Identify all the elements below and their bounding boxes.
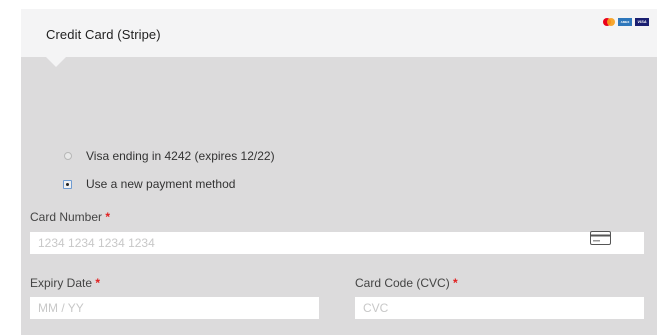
saved-card-option[interactable]: Visa ending in 4242 (expires 12/22): [64, 149, 275, 163]
card-number-label: Card Number *: [30, 210, 110, 224]
new-payment-label: Use a new payment method: [86, 177, 236, 191]
new-payment-radio[interactable]: [63, 179, 72, 189]
panel-title: Credit Card (Stripe): [46, 27, 161, 42]
card-number-label-text: Card Number: [30, 210, 103, 224]
expiry-required-mark: *: [95, 276, 101, 290]
saved-card-radio[interactable]: [64, 152, 72, 160]
card-brand-logos: AMEX VISA: [603, 18, 649, 26]
visa-icon: VISA: [635, 18, 649, 26]
header-pointer: [46, 57, 66, 67]
panel-header: Credit Card (Stripe) AMEX VISA: [21, 9, 657, 57]
cvc-label: Card Code (CVC) *: [355, 276, 458, 290]
mastercard-icon: [603, 18, 615, 26]
cvc-required-mark: *: [453, 276, 458, 290]
expiry-input[interactable]: [30, 297, 319, 319]
amex-logo-text: AMEX: [620, 19, 630, 24]
card-number-required-mark: *: [105, 210, 111, 224]
new-payment-option[interactable]: Use a new payment method: [63, 177, 235, 191]
cvc-input[interactable]: [355, 297, 644, 319]
visa-logo-text: VISA: [637, 19, 647, 24]
amex-icon: AMEX: [618, 18, 632, 26]
saved-card-label: Visa ending in 4242 (expires 12/22): [86, 149, 275, 163]
card-number-input[interactable]: [30, 232, 644, 254]
expiry-label: Expiry Date *: [30, 276, 100, 290]
stripe-payment-panel: Credit Card (Stripe) AMEX VISA: [21, 9, 657, 335]
cvc-label-text: Card Code (CVC): [355, 276, 450, 290]
expiry-label-text: Expiry Date: [30, 276, 93, 290]
credit-card-icon: [590, 231, 611, 245]
